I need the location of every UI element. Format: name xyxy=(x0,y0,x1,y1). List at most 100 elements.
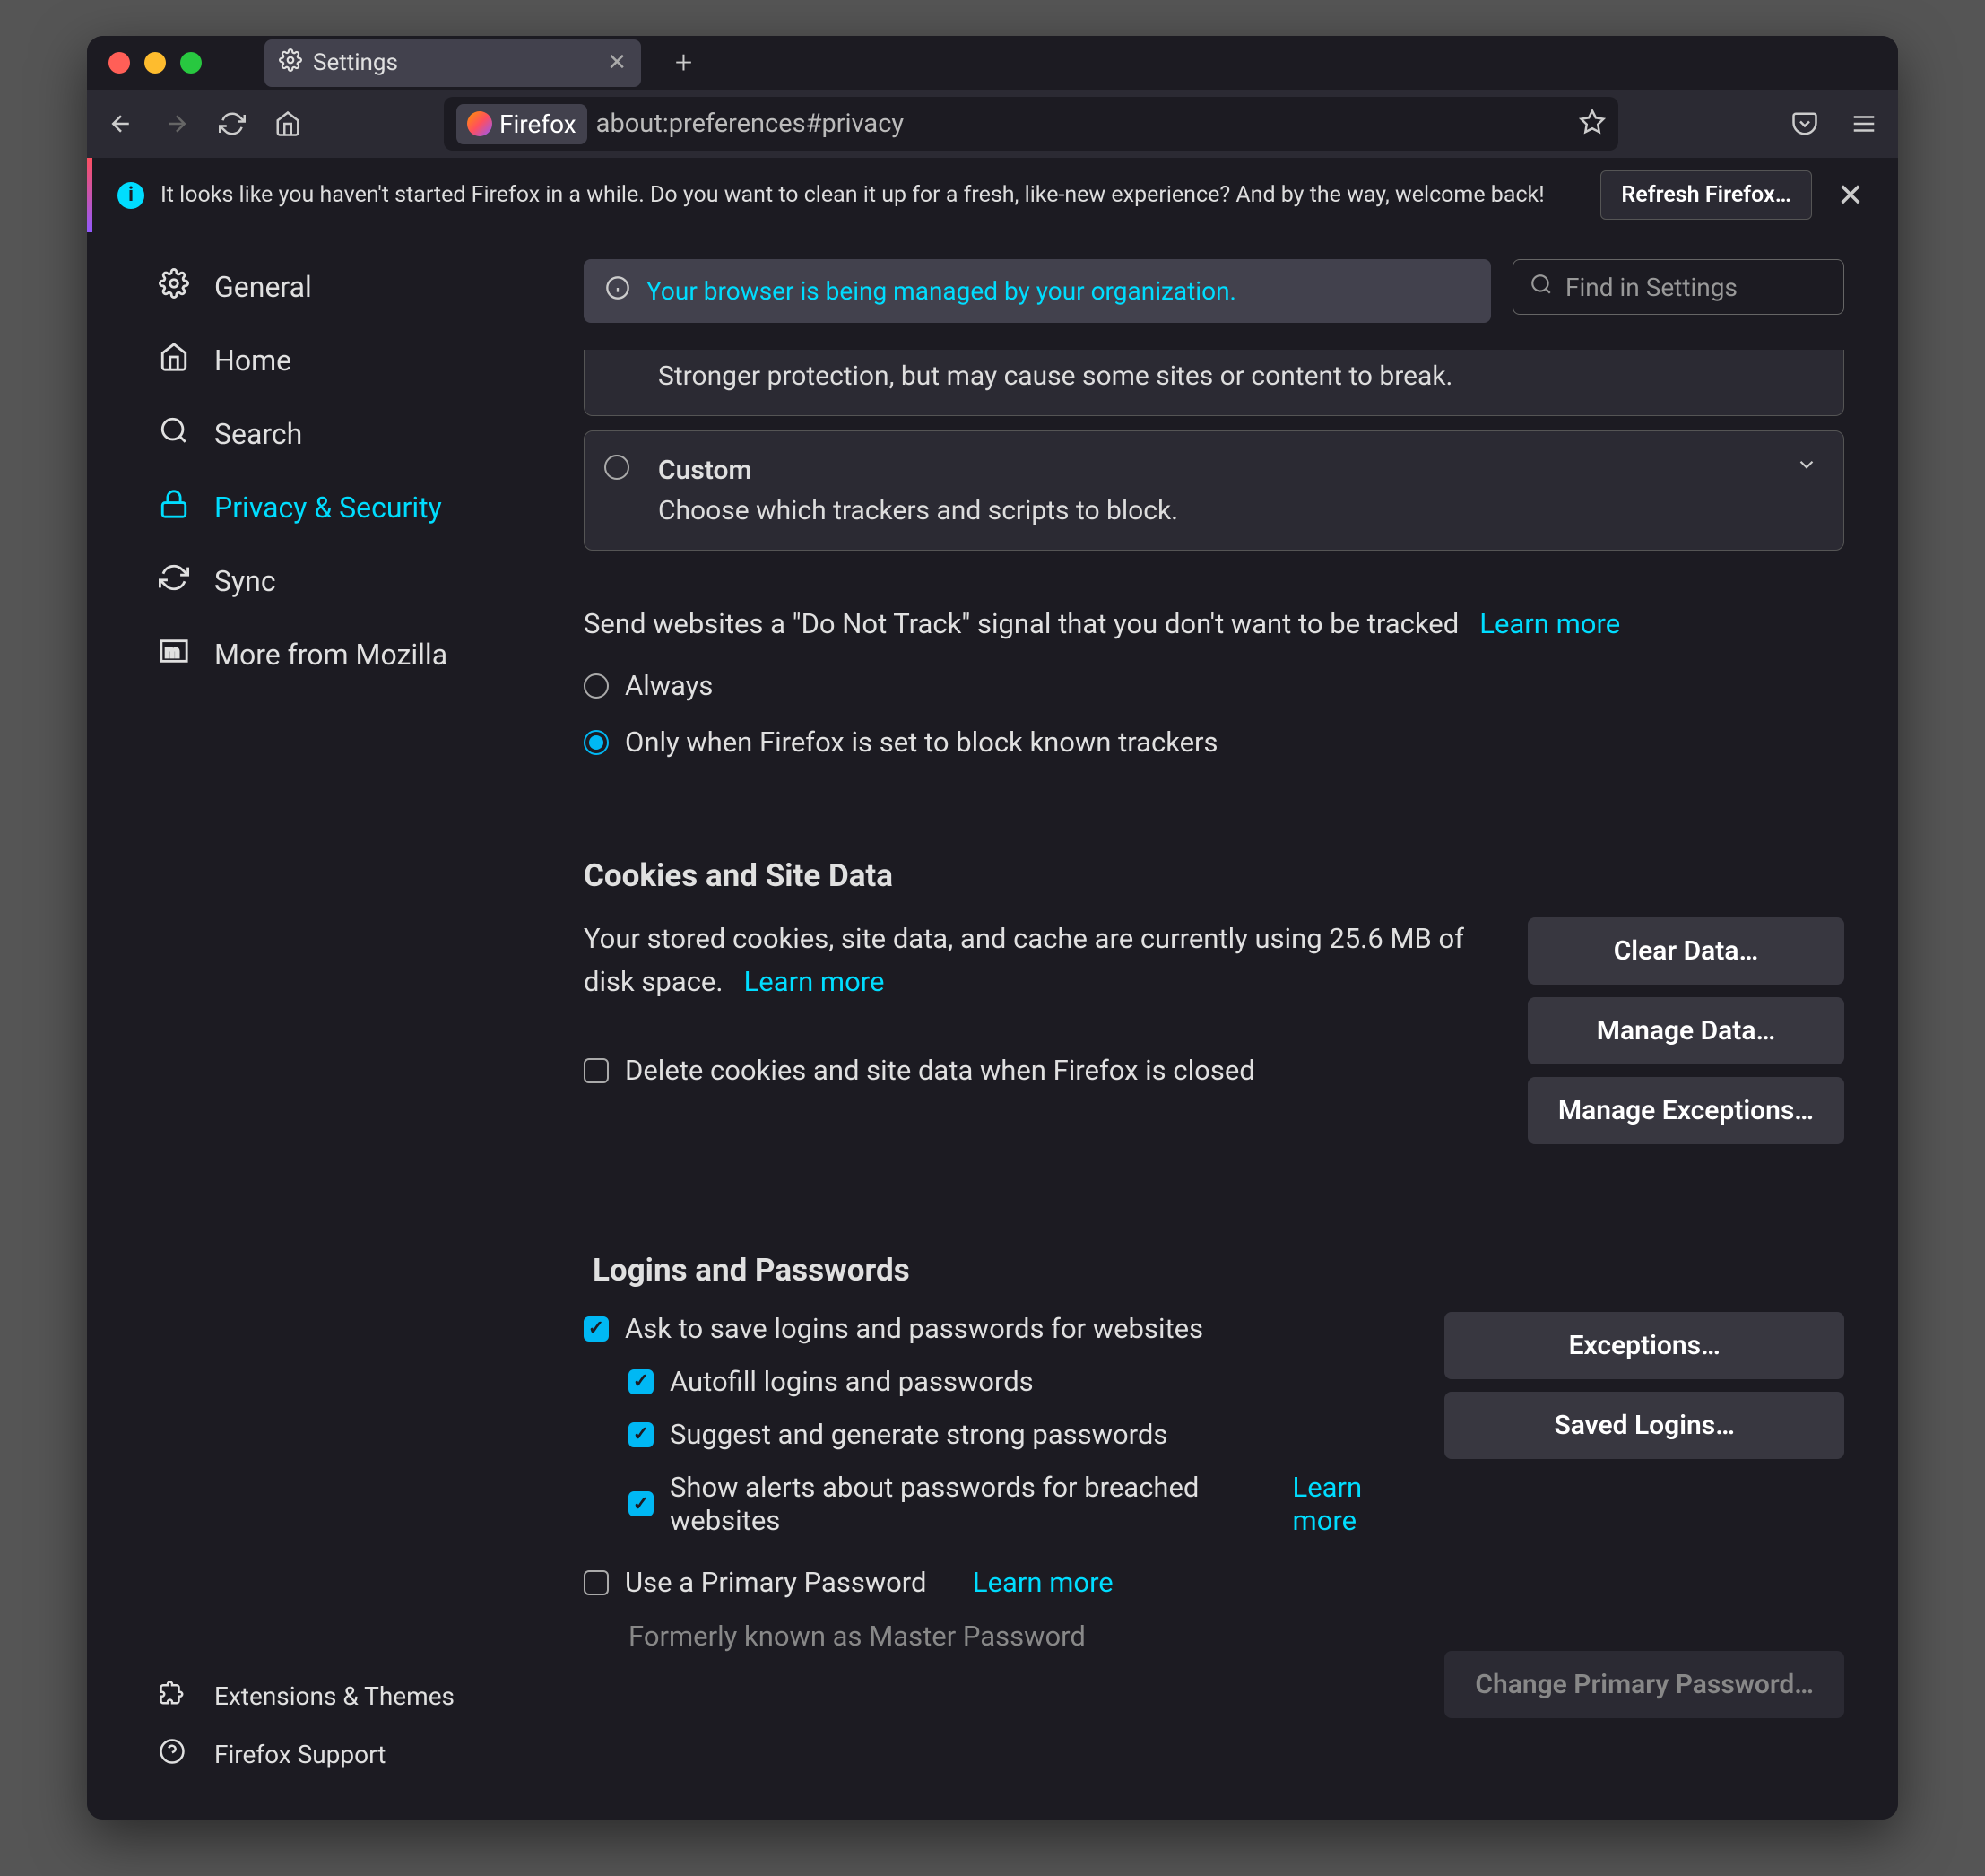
close-notification-button[interactable]: ✕ xyxy=(1828,177,1873,214)
alerts-learn-more-link[interactable]: Learn more xyxy=(1293,1471,1418,1537)
mozilla-icon: m xyxy=(159,636,189,673)
primary-password-row[interactable]: Use a Primary Password Learn more xyxy=(584,1566,1417,1599)
dnt-onlywhen-row[interactable]: Only when Firefox is set to block known … xyxy=(584,725,1844,759)
formerly-text: Formerly known as Master Password xyxy=(628,1615,1417,1658)
cookies-usage-text: Your stored cookies, site data, and cach… xyxy=(584,922,1464,998)
clear-data-button[interactable]: Clear Data… xyxy=(1528,917,1844,985)
sidebar-item-general[interactable]: General xyxy=(87,250,562,324)
delete-on-close-row[interactable]: Delete cookies and site data when Firefo… xyxy=(584,1054,1501,1087)
sync-icon xyxy=(159,562,189,600)
saved-logins-button[interactable]: Saved Logins… xyxy=(1444,1392,1844,1459)
dnt-always-row[interactable]: Always xyxy=(584,669,1844,702)
radio-onlywhen[interactable] xyxy=(584,730,609,755)
autofill-row[interactable]: Autofill logins and passwords xyxy=(628,1365,1417,1398)
checkbox-ask-save[interactable] xyxy=(584,1316,609,1342)
cookies-learn-more-link[interactable]: Learn more xyxy=(744,965,885,998)
checkbox-autofill[interactable] xyxy=(628,1369,654,1394)
browser-tab[interactable]: Settings ✕ xyxy=(264,39,641,87)
close-tab-button[interactable]: ✕ xyxy=(607,51,627,74)
sidebar-item-more[interactable]: m More from Mozilla xyxy=(87,618,562,691)
radio-custom[interactable] xyxy=(604,455,629,480)
new-tab-button[interactable]: + xyxy=(675,45,692,81)
search-icon xyxy=(159,415,189,453)
tracking-strict-card[interactable]: Stronger protection, but may cause some … xyxy=(584,350,1844,416)
maximize-window-button[interactable] xyxy=(180,52,202,74)
reload-button[interactable] xyxy=(216,108,248,140)
sidebar-label: Extensions & Themes xyxy=(214,1681,455,1711)
bookmark-star-icon[interactable] xyxy=(1579,109,1606,139)
strict-description: Stronger protection, but may cause some … xyxy=(658,360,1813,392)
app-menu-icon[interactable] xyxy=(1848,108,1880,140)
settings-app: General Home Search Privacy & Security S… xyxy=(87,232,1898,1820)
toolbar: Firefox about:preferences#privacy xyxy=(87,90,1898,158)
alerts-label: Show alerts about passwords for breached… xyxy=(670,1471,1246,1537)
suggest-row[interactable]: Suggest and generate strong passwords xyxy=(628,1418,1417,1451)
sidebar-label: More from Mozilla xyxy=(214,638,447,672)
home-button[interactable] xyxy=(272,108,304,140)
window-controls xyxy=(108,52,202,74)
manage-exceptions-button[interactable]: Manage Exceptions… xyxy=(1528,1077,1844,1144)
autofill-label: Autofill logins and passwords xyxy=(670,1365,1034,1398)
delete-on-close-label: Delete cookies and site data when Firefo… xyxy=(625,1054,1255,1087)
puzzle-icon xyxy=(159,1680,186,1713)
tab-title: Settings xyxy=(313,49,398,76)
dnt-learn-more-link[interactable]: Learn more xyxy=(1479,607,1620,640)
checkbox-delete-on-close[interactable] xyxy=(584,1058,609,1083)
checkbox-suggest[interactable] xyxy=(628,1422,654,1447)
sidebar-item-support[interactable]: Firefox Support xyxy=(87,1725,562,1784)
custom-description: Choose which trackers and scripts to blo… xyxy=(658,495,1813,526)
identity-badge[interactable]: Firefox xyxy=(456,104,587,144)
help-icon xyxy=(159,1738,186,1771)
checkbox-primary-password[interactable] xyxy=(584,1570,609,1595)
lock-icon xyxy=(159,489,189,526)
org-banner[interactable]: Your browser is being managed by your or… xyxy=(584,259,1491,323)
checkbox-alerts[interactable] xyxy=(628,1491,654,1516)
org-banner-text: Your browser is being managed by your or… xyxy=(646,276,1236,306)
url-bar[interactable]: Firefox about:preferences#privacy xyxy=(444,97,1618,151)
cookies-heading: Cookies and Site Data xyxy=(584,857,1844,894)
alerts-row[interactable]: Show alerts about passwords for breached… xyxy=(628,1471,1417,1537)
sidebar-label: Sync xyxy=(214,564,276,598)
back-button[interactable] xyxy=(105,108,137,140)
content-area: Your browser is being managed by your or… xyxy=(562,232,1898,1820)
suggest-label: Suggest and generate strong passwords xyxy=(670,1418,1167,1451)
primary-learn-more-link[interactable]: Learn more xyxy=(973,1566,1114,1599)
sidebar: General Home Search Privacy & Security S… xyxy=(87,232,562,1820)
sidebar-label: Privacy & Security xyxy=(214,491,442,525)
dnt-always-label: Always xyxy=(625,669,713,702)
minimize-window-button[interactable] xyxy=(144,52,166,74)
refresh-notification: i It looks like you haven't started Fire… xyxy=(87,158,1898,232)
pocket-icon[interactable] xyxy=(1789,108,1821,140)
change-primary-password-button[interactable]: Change Primary Password… xyxy=(1444,1651,1844,1718)
ask-save-row[interactable]: Ask to save logins and passwords for web… xyxy=(584,1312,1417,1345)
refresh-firefox-button[interactable]: Refresh Firefox… xyxy=(1600,170,1811,220)
tracking-custom-card[interactable]: Custom Choose which trackers and scripts… xyxy=(584,430,1844,551)
title-bar: Settings ✕ + xyxy=(87,36,1898,90)
sidebar-item-sync[interactable]: Sync xyxy=(87,544,562,618)
logins-exceptions-button[interactable]: Exceptions… xyxy=(1444,1312,1844,1379)
url-text: about:preferences#privacy xyxy=(596,109,904,139)
logins-heading: Logins and Passwords xyxy=(593,1252,1844,1289)
info-icon: i xyxy=(117,182,144,209)
sidebar-item-home[interactable]: Home xyxy=(87,324,562,397)
ask-save-label: Ask to save logins and passwords for web… xyxy=(625,1312,1203,1345)
gear-icon xyxy=(279,48,302,78)
primary-password-label: Use a Primary Password xyxy=(625,1566,927,1599)
search-icon xyxy=(1530,273,1553,302)
forward-button[interactable] xyxy=(160,108,193,140)
chevron-down-icon[interactable] xyxy=(1795,453,1818,480)
settings-search[interactable]: Find in Settings xyxy=(1513,259,1844,315)
dnt-text: Send websites a "Do Not Track" signal th… xyxy=(584,607,1459,640)
sidebar-label: Search xyxy=(214,417,302,451)
gear-icon xyxy=(159,268,189,306)
sidebar-item-privacy[interactable]: Privacy & Security xyxy=(87,471,562,544)
home-icon xyxy=(159,342,189,379)
sidebar-item-extensions[interactable]: Extensions & Themes xyxy=(87,1667,562,1725)
sidebar-item-search[interactable]: Search xyxy=(87,397,562,471)
browser-window: Settings ✕ + Firefox about:preferences#p… xyxy=(87,36,1898,1820)
radio-always[interactable] xyxy=(584,673,609,699)
sidebar-label: General xyxy=(214,270,312,304)
firefox-icon xyxy=(467,111,492,136)
close-window-button[interactable] xyxy=(108,52,130,74)
manage-data-button[interactable]: Manage Data… xyxy=(1528,997,1844,1064)
